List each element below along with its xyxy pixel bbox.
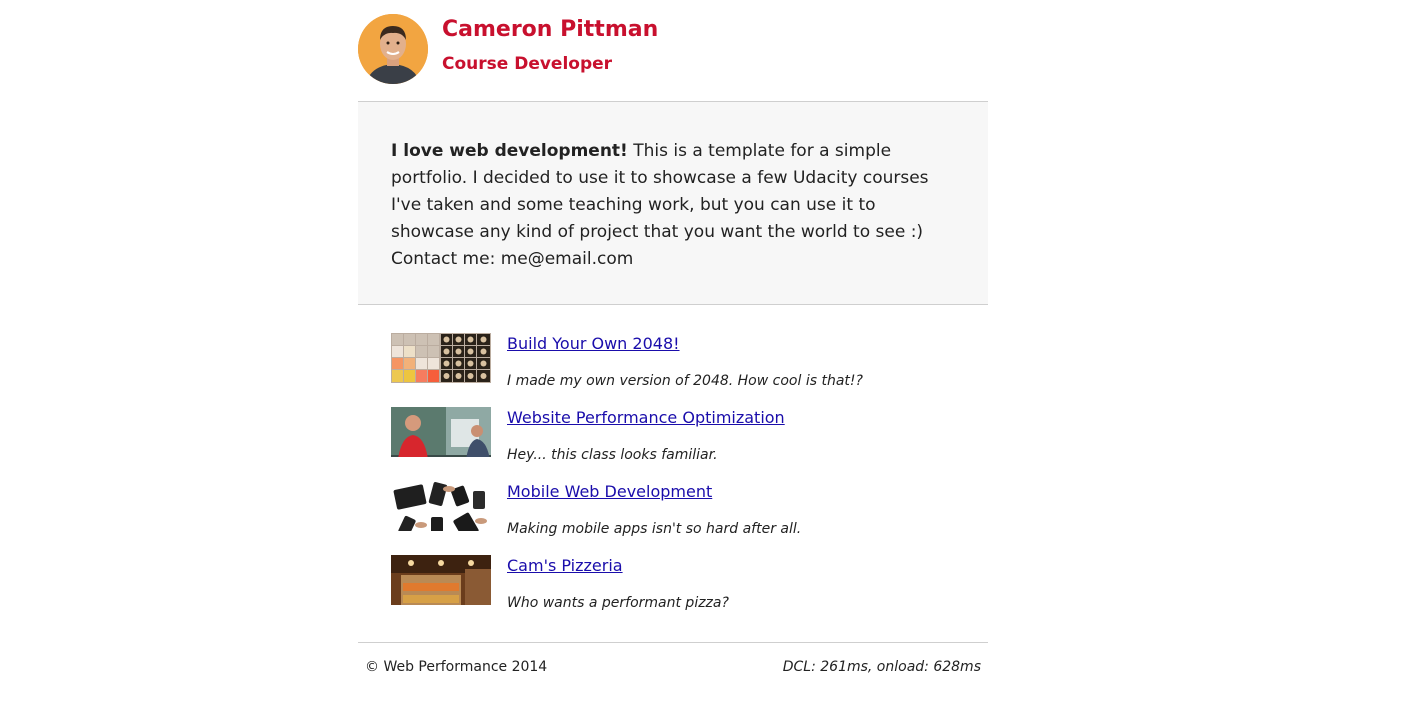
project-description: Who wants a performant pizza? [507, 595, 729, 611]
video-thumbnail-icon [391, 407, 491, 457]
about-bold-intro: I love web development! [391, 141, 628, 161]
project-link-2048[interactable]: Build Your Own 2048! [507, 333, 680, 355]
profile-header: Cameron Pittman Course Developer [358, 0, 988, 102]
project-item: Build Your Own 2048! I made my own versi… [391, 333, 988, 407]
profile-photo-icon [358, 14, 428, 84]
project-list: Build Your Own 2048! I made my own versi… [358, 305, 988, 643]
project-description: Hey... this class looks familiar. [507, 447, 718, 463]
project-item: Mobile Web Development Making mobile app… [391, 481, 988, 555]
project-item: Website Performance Optimization Hey... … [391, 407, 988, 481]
project-thumbnail-2048[interactable] [391, 333, 491, 383]
project-item: Cam's Pizzeria Who wants a performant pi… [391, 555, 988, 629]
mobile-devices-thumbnail-icon [391, 481, 491, 531]
project-link-performance[interactable]: Website Performance Optimization [507, 407, 785, 429]
page-footer: © Web Performance 2014 DCL: 261ms, onloa… [358, 643, 988, 695]
project-link-mobile[interactable]: Mobile Web Development [507, 481, 712, 503]
avatar [358, 14, 428, 84]
project-thumbnail-pizzeria[interactable] [391, 555, 491, 605]
page-container: Cameron Pittman Course Developer I love … [358, 0, 988, 695]
pizzeria-thumbnail-icon [391, 555, 491, 605]
game-2048-thumbnail-icon [391, 333, 491, 383]
project-description: Making mobile apps isn't so hard after a… [507, 521, 802, 537]
about-text: I love web development! This is a templa… [391, 138, 955, 246]
project-description: I made my own version of 2048. How cool … [507, 373, 863, 389]
copyright-text: © Web Performance 2014 [365, 659, 548, 675]
profile-name: Cameron Pittman [442, 17, 659, 42]
about-section: I love web development! This is a templa… [358, 102, 988, 305]
profile-role: Course Developer [442, 54, 613, 74]
contact-text: Contact me: me@email.com [391, 249, 634, 269]
project-thumbnail-mobile[interactable] [391, 481, 491, 531]
project-thumbnail-performance[interactable] [391, 407, 491, 457]
performance-stats: DCL: 261ms, onload: 628ms [782, 659, 981, 675]
project-link-pizzeria[interactable]: Cam's Pizzeria [507, 555, 623, 577]
